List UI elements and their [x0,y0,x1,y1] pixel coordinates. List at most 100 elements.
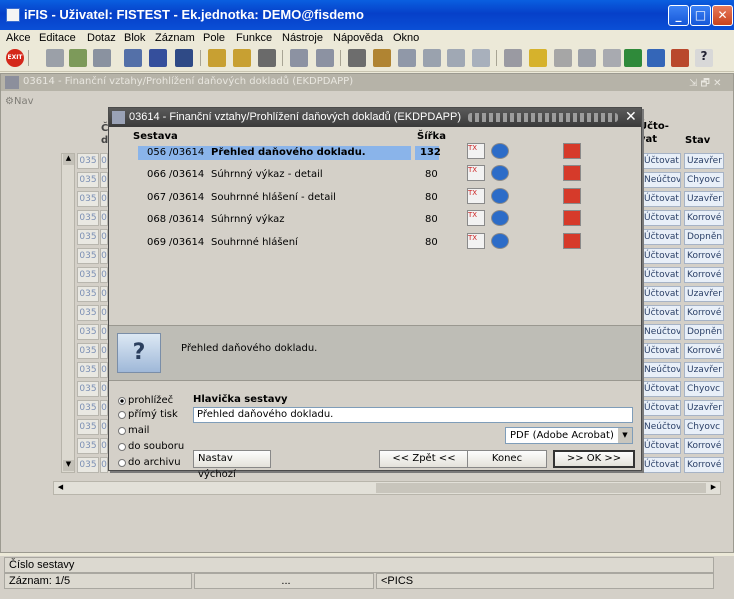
table-row-code[interactable]: 035 [77,400,99,416]
table-row-ucto[interactable]: Účtovat [641,210,681,226]
table-row-c2[interactable]: 0 [100,153,108,169]
pdf-report-icon[interactable] [563,143,581,159]
dialog-close-icon[interactable]: ✕ [625,109,637,125]
table-row-stav[interactable]: Chyovc [684,172,724,188]
table-row-code[interactable]: 035 [77,267,99,283]
triangle-icon[interactable] [554,49,572,67]
text-report-icon[interactable]: TX [467,233,485,249]
table-row-stav[interactable]: Korrové [684,210,724,226]
table-row-stav[interactable]: Uzavřer [684,286,724,302]
maximize-button[interactable]: □ [690,5,711,26]
radio-print[interactable] [118,411,126,419]
header-input[interactable]: Přehled daňového dokladu. [193,407,633,423]
menu-okno[interactable]: Okno [393,32,419,44]
delete-record-icon[interactable] [175,49,193,67]
mdi-titlebar[interactable]: 03614 - Finanční vztahy/Prohlížení daňov… [1,74,733,91]
ok-button[interactable]: >> OK >> [553,450,635,468]
table-row-code[interactable]: 035 [77,153,99,169]
back-button[interactable]: << Zpět << [379,450,469,468]
table-row-c2[interactable]: 0 [100,419,108,435]
table-row-ucto[interactable]: Neúčtov [641,362,681,378]
table-row-ucto[interactable]: Účtovat [641,229,681,245]
left-scrollbar[interactable]: ▲ ▼ [61,153,75,473]
sun-icon[interactable] [529,49,547,67]
table-row-stav[interactable]: Korrové [684,457,724,473]
chevron-down-icon[interactable]: ▼ [618,428,632,443]
table-row-code[interactable]: 035 [77,324,99,340]
table-row-ucto[interactable]: Účtovat [641,248,681,264]
insert-record-icon[interactable] [124,49,142,67]
exit-icon[interactable]: EXIT [6,49,24,67]
radio-viewer[interactable] [118,397,126,405]
table-row-code[interactable]: 035 [77,172,99,188]
table-row-code[interactable]: 035 [77,438,99,454]
table-row-code[interactable]: 035 [77,248,99,264]
table-row-ucto[interactable]: Účtovat [641,457,681,473]
table-row-c2[interactable]: 0 [100,381,108,397]
table-row-c2[interactable]: 0 [100,267,108,283]
table-row-ucto[interactable]: Neúčtov [641,324,681,340]
window-titlebar[interactable]: iFIS - Uživatel: FISTEST - Ek.jednotka: … [0,0,734,30]
table-row-ucto[interactable]: Účtovat [641,438,681,454]
table-row-c2[interactable]: 0 [100,324,108,340]
html-report-icon[interactable] [491,143,509,159]
find-icon[interactable] [398,49,416,67]
table-row-code[interactable]: 035 [77,305,99,321]
report-row[interactable]: 069 /03614 Souhrnné hlášení 80 [137,235,438,251]
menu-dotaz[interactable]: Dotaz [87,32,116,44]
table-row-stav[interactable]: Dopněn [684,229,724,245]
help-icon[interactable] [671,49,689,67]
dialog-titlebar[interactable]: 03614 - Finanční vztahy/Prohlížení daňov… [109,108,641,127]
table-row-c2[interactable]: 0 [100,457,108,473]
close-window-button[interactable]: ✕ [712,5,733,26]
report-row[interactable]: 068 /03614 Súhrnný výkaz 80 [137,212,438,228]
pdf-report-icon[interactable] [563,210,581,226]
table-row-c2[interactable]: 0 [100,229,108,245]
table-row-stav[interactable]: Chyovc [684,381,724,397]
scroll-left-icon[interactable]: ◀ [55,483,66,493]
radio-file[interactable] [118,443,126,451]
menu-akce[interactable]: Akce [6,32,30,44]
output-option-mail[interactable]: mail [118,425,218,439]
report-row[interactable]: 056 /03614 Přehled daňového dokladu. 132 [137,145,441,161]
menu-pole[interactable]: Pole [203,32,225,44]
table-row-c2[interactable]: 0 [100,343,108,359]
table-row-c2[interactable]: 0 [100,191,108,207]
scroll-down-icon[interactable]: ▼ [63,460,74,471]
scroll-up-icon[interactable]: ▲ [63,154,74,165]
table-row-code[interactable]: 035 [77,210,99,226]
table-row-ucto[interactable]: Účtovat [641,381,681,397]
sort-asc-icon[interactable] [208,49,226,67]
table-row-stav[interactable]: Uzavřer [684,191,724,207]
end-button[interactable]: Konec [467,450,547,468]
query-icon[interactable] [93,49,111,67]
print-icon[interactable] [69,49,87,67]
radio-archive[interactable] [118,459,126,467]
table-row-stav[interactable]: Korrové [684,248,724,264]
columns-icon[interactable] [472,49,490,67]
table-row-code[interactable]: 035 [77,286,99,302]
web-icon[interactable] [647,49,665,67]
menu-zaznam[interactable]: Záznam [155,32,195,44]
excel-icon[interactable] [624,49,642,67]
html-report-icon[interactable] [491,165,509,181]
edit-icon[interactable] [290,49,308,67]
table-row-code[interactable]: 035 [77,381,99,397]
table-row-c2[interactable]: 0 [100,172,108,188]
table-row-code[interactable]: 035 [77,457,99,473]
menu-napoveda[interactable]: Nápověda [333,32,383,44]
duplicate-record-icon[interactable] [149,49,167,67]
table-row-c2[interactable]: 0 [100,400,108,416]
filter-icon[interactable] [258,49,276,67]
paste-icon[interactable] [373,49,391,67]
text-report-icon[interactable]: TX [467,188,485,204]
table-row-ucto[interactable]: Účtovat [641,400,681,416]
sigma-icon[interactable] [578,49,596,67]
table-row-stav[interactable]: Uzavřer [684,153,724,169]
table-row-ucto[interactable]: Účtovat [641,153,681,169]
html-report-icon[interactable] [491,210,509,226]
table-row-code[interactable]: 035 [77,229,99,245]
table-row-stav[interactable]: Korrové [684,438,724,454]
save-icon[interactable] [46,49,64,67]
table-row-ucto[interactable]: Účtovat [641,305,681,321]
